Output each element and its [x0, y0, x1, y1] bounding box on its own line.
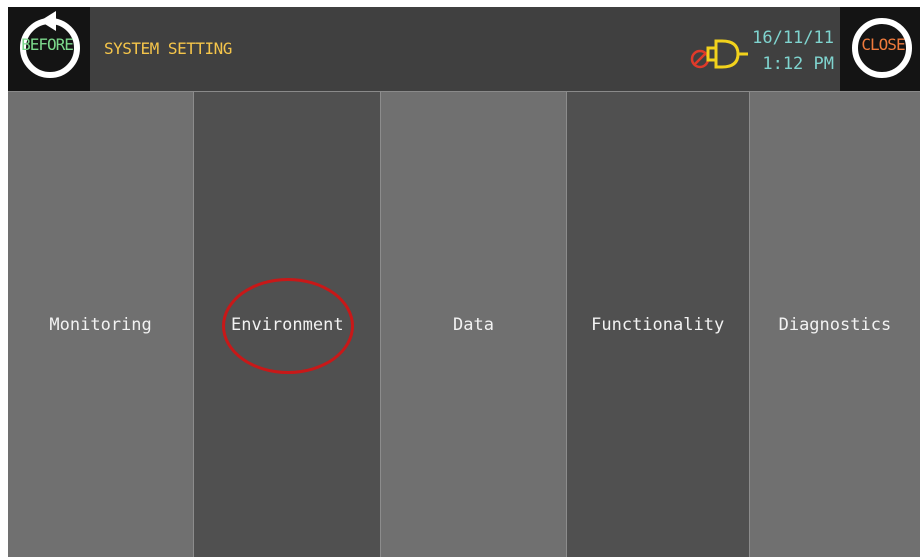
datetime-display: 16/11/11 1:12 PM — [752, 25, 834, 77]
menu-item-label: Data — [452, 314, 494, 335]
menu-item-label: Functionality — [591, 314, 725, 335]
menu-item-environment[interactable]: Environment — [194, 92, 382, 557]
highlight-annotation — [222, 278, 355, 374]
hmi-screen: BEFORE SYSTEM SETTING 16/11/11 1:12 PM C… — [8, 7, 920, 557]
page-title: SYSTEM SETTING — [104, 39, 232, 58]
menu-item-diagnostics[interactable]: Diagnostics — [749, 92, 920, 557]
menu-item-label: Monitoring — [49, 314, 152, 335]
before-button[interactable]: BEFORE — [8, 7, 90, 91]
buzzer-off-icon[interactable] — [688, 35, 752, 71]
close-button[interactable]: CLOSE — [840, 7, 920, 91]
back-arrow-icon — [40, 11, 56, 31]
menu-item-label: Diagnostics — [778, 314, 892, 335]
close-label: CLOSE — [861, 35, 905, 54]
header-bar: BEFORE SYSTEM SETTING 16/11/11 1:12 PM C… — [8, 7, 920, 92]
menu-item-functionality[interactable]: Functionality — [566, 92, 750, 557]
settings-menu: Monitoring Environment Data Functionalit… — [8, 92, 920, 557]
menu-item-data[interactable]: Data — [381, 92, 567, 557]
time-text: 1:12 PM — [762, 54, 834, 74]
before-label: BEFORE — [21, 35, 74, 54]
date-text: 16/11/11 — [752, 28, 834, 48]
menu-item-monitoring[interactable]: Monitoring — [8, 92, 195, 557]
